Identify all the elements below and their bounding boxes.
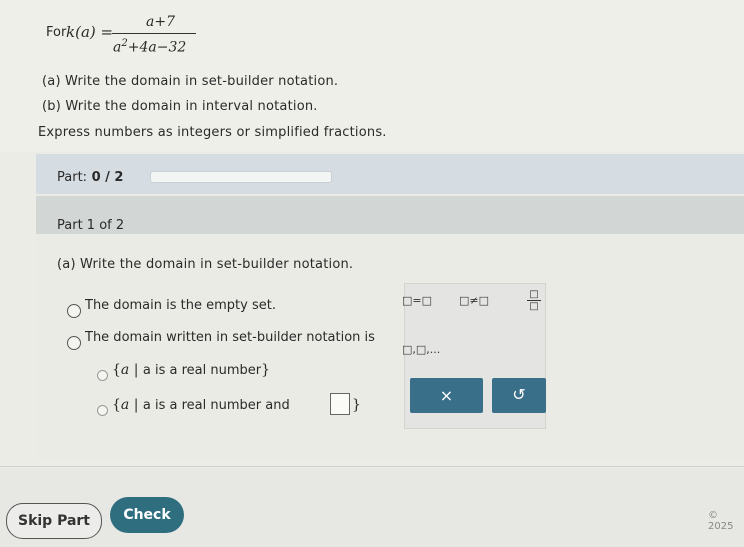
progress-track [150,171,332,183]
instruction-text: Express numbers as integers or simplifie… [38,125,387,140]
skip-part-button[interactable]: Skip Part [6,503,102,539]
equals-tool-button[interactable]: □=□ [402,294,432,307]
fraction-tool-button[interactable]: □ □ [527,289,541,312]
radio-set-builder[interactable] [67,336,81,350]
part-header [36,196,744,234]
copyright-text: © 2025 [708,510,734,532]
fraction-numerator: a+7 [146,14,175,30]
set-builder-close-brace: } [352,397,361,413]
radio-empty-set[interactable] [67,304,81,318]
list-tool-button[interactable]: □,□,... [402,343,440,356]
not-equals-tool-button[interactable]: □≠□ [459,294,489,307]
part-progress-label: Part: 0 / 2 [57,170,124,185]
set-builder-option-1: {a | a is a real number} [112,362,271,378]
for-label: For [46,25,67,40]
option-set-builder-label: The domain written in set-builder notati… [85,330,375,345]
fraction-tool-bottom: □ [529,301,539,312]
part-progress-bar [36,154,744,194]
function-name: k(a) = [66,23,114,41]
radio-real-number[interactable] [97,370,108,381]
problem-part-a: (a) Write the domain in set-builder nota… [42,74,339,89]
problem-part-b: (b) Write the domain in interval notatio… [42,99,318,114]
fraction-tool-top: □ [529,289,539,300]
option-empty-set-label: The domain is the empty set. [85,298,276,313]
fraction-denominator: a2+4a−32 [113,38,187,56]
radio-real-number-and[interactable] [97,405,108,416]
check-button[interactable]: Check [110,497,184,533]
set-builder-option-2: {a | a is a real number and [112,397,290,413]
answer-input-box[interactable] [330,393,350,415]
clear-button[interactable]: × [410,378,483,413]
fraction-bar [112,33,196,34]
part-title: Part 1 of 2 [57,218,125,233]
footer-divider [0,466,744,467]
part-question: (a) Write the domain in set-builder nota… [57,257,354,272]
undo-button[interactable]: ↺ [492,378,546,413]
